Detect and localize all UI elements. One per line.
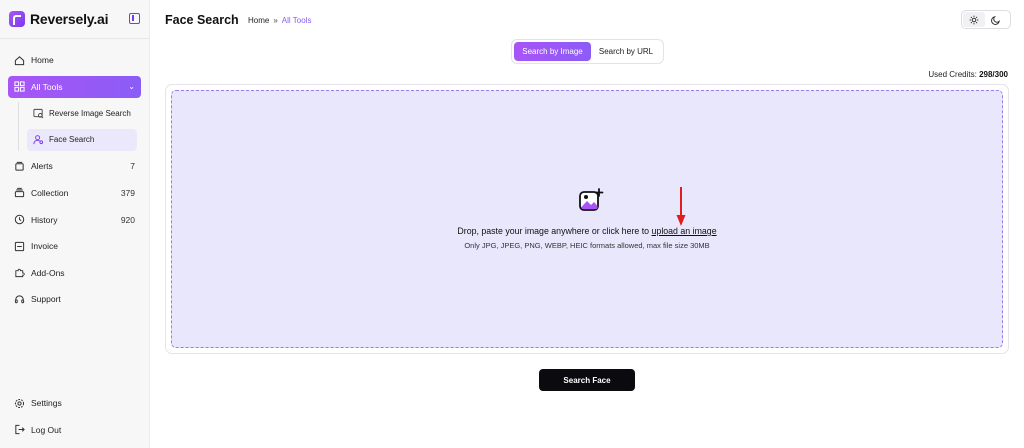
sidebar-item-support[interactable]: Support [8, 288, 141, 310]
moon-icon[interactable] [985, 12, 1007, 27]
chevron-down-icon: ⌄ [128, 82, 135, 92]
sidebar-submenu: Reverse Image Search Face Search [18, 102, 149, 151]
tab-search-by-image[interactable]: Search by Image [514, 42, 591, 61]
receipt-icon [14, 241, 25, 252]
bell-icon [14, 161, 25, 172]
puzzle-icon [14, 267, 25, 278]
sidebar-item-count: 920 [120, 214, 135, 225]
sidebar-item-label: Log Out [31, 424, 62, 435]
user-search-icon [33, 134, 44, 145]
sidebar-subitem-label: Face Search [49, 135, 95, 145]
clock-icon [14, 214, 25, 225]
breadcrumb-current[interactable]: All Tools [282, 16, 312, 25]
image-dropzone[interactable]: Drop, paste your image anywhere or click… [171, 90, 1003, 348]
tab-search-by-url[interactable]: Search by URL [591, 42, 661, 61]
sidebar-item-label: Invoice [31, 241, 58, 252]
sidebar-item-invoice[interactable]: Invoice [8, 235, 141, 257]
sidebar-item-count: 7 [130, 161, 135, 172]
sidebar-item-label: Add-Ons [31, 267, 65, 278]
sidebar-item-label: Home [31, 55, 54, 65]
logo[interactable]: Reversely.ai [0, 0, 149, 38]
breadcrumb: Home » All Tools [248, 16, 311, 25]
search-face-button[interactable]: Search Face [539, 369, 635, 391]
home-icon [14, 55, 25, 66]
dropzone-instructions: Drop, paste your image anywhere or click… [172, 226, 1002, 236]
sidebar: Reversely.ai Home All Tools ⌄ Reverse Im… [0, 0, 150, 448]
annotation-arrow-icon [676, 187, 686, 226]
logo-icon [9, 11, 25, 27]
upload-card: Drop, paste your image anywhere or click… [165, 84, 1009, 354]
sidebar-item-history[interactable]: History 920 [8, 209, 141, 231]
sun-icon[interactable] [963, 12, 985, 27]
search-mode-tabs: Search by Image Search by URL [511, 39, 664, 64]
stack-icon [14, 187, 25, 198]
sidebar-item-label: Collection [31, 187, 69, 198]
sidebar-subitem-label: Reverse Image Search [49, 108, 131, 118]
sidebar-item-label: History [31, 214, 58, 225]
sidebar-subitem-face-search[interactable]: Face Search [27, 128, 137, 151]
logout-icon [14, 424, 25, 435]
dropzone-text: Drop, paste your image anywhere or click… [457, 226, 652, 236]
used-credits: Used Credits: 298/300 [928, 70, 1008, 79]
sidebar-item-settings[interactable]: Settings [8, 392, 141, 414]
main-content: Face Search Home » All Tools Search by I… [150, 0, 1024, 448]
theme-toggle [961, 10, 1011, 29]
gear-icon [14, 398, 25, 409]
page-title: Face Search [165, 13, 239, 27]
dropzone-hint: Only JPG, JPEG, PNG, WEBP, HEIC formats … [464, 241, 710, 250]
sidebar-item-alerts[interactable]: Alerts 7 [8, 155, 141, 177]
upload-image-link[interactable]: upload an image [652, 226, 717, 236]
sidebar-item-home[interactable]: Home [8, 49, 141, 71]
breadcrumb-home[interactable]: Home [248, 16, 269, 25]
sidebar-item-count: 379 [120, 187, 135, 198]
sidebar-item-label: Support [31, 294, 61, 305]
sidebar-item-all-tools[interactable]: All Tools ⌄ [8, 75, 141, 98]
sidebar-item-log-out[interactable]: Log Out [8, 419, 141, 441]
app-name: Reversely.ai [30, 11, 109, 27]
sidebar-item-label: Settings [31, 398, 62, 408]
sidebar-item-label: Alerts [31, 161, 53, 172]
sidebar-item-collection[interactable]: Collection 379 [8, 182, 141, 204]
credits-value: 298/300 [979, 70, 1008, 79]
sidebar-bottom: Settings Log Out [0, 392, 149, 445]
sidebar-item-add-ons[interactable]: Add-Ons [8, 262, 141, 284]
image-add-icon[interactable] [578, 187, 604, 213]
breadcrumb-separator: » [273, 16, 278, 25]
headset-icon [14, 294, 25, 305]
sidebar-divider [0, 38, 149, 39]
sidebar-item-label: All Tools [31, 81, 63, 92]
app-root: Reversely.ai Home All Tools ⌄ Reverse Im… [0, 0, 1024, 448]
image-search-icon [33, 108, 44, 119]
sidebar-collapse-icon[interactable] [129, 13, 140, 24]
grid-icon [14, 81, 25, 92]
credits-label: Used Credits: [928, 70, 977, 79]
sidebar-subitem-reverse-image-search[interactable]: Reverse Image Search [27, 102, 137, 124]
